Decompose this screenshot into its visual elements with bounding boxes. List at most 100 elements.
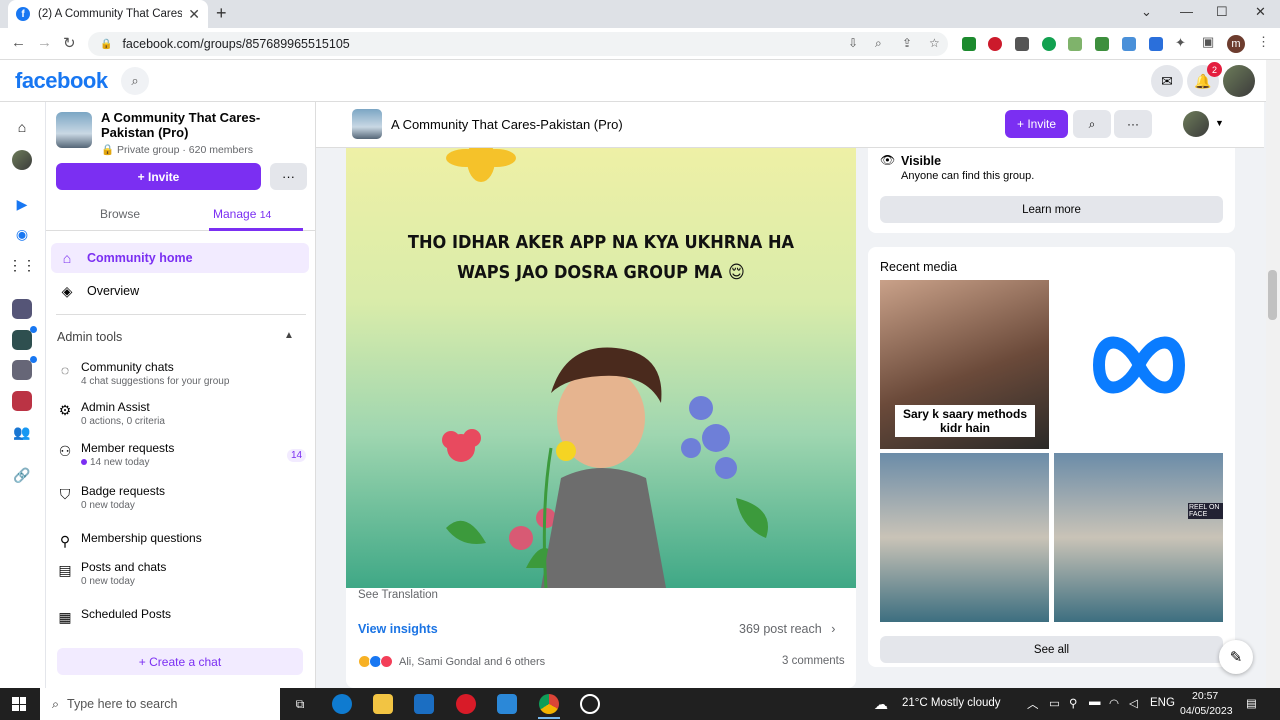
group-shortcut-3-icon[interactable]	[12, 360, 32, 380]
new-message-compose-icon[interactable]: ✎	[1219, 640, 1253, 674]
comments-count-link[interactable]: 3 comments	[782, 655, 845, 667]
share-icon[interactable]: ⇪	[902, 36, 912, 50]
page-scrollbar[interactable]	[1266, 60, 1280, 688]
all-shortcuts-grid-icon[interactable]: ⋮⋮	[8, 255, 36, 275]
taskbar-search-box[interactable]: ⌕ Type here to search	[40, 688, 280, 720]
post-image[interactable]: THO IDHAR AKER APP NA KYA UKHRNA HA WAPS…	[346, 148, 856, 588]
see-translation-link[interactable]: See Translation	[358, 589, 438, 601]
facebook-logo[interactable]: facebook	[15, 68, 108, 94]
side-panel-icon[interactable]: ▣	[1202, 34, 1214, 50]
tray-app-icon[interactable]: ▭	[1049, 696, 1060, 710]
address-bar[interactable]: 🔒 facebook.com/groups/857689965515105	[88, 32, 948, 56]
edge-icon[interactable]	[332, 694, 352, 714]
group-name[interactable]: A Community That Cares-Pakistan (Pro)	[101, 110, 311, 140]
group-shortcut-2-icon[interactable]	[12, 330, 32, 350]
volume-icon[interactable]: ◁	[1129, 696, 1138, 710]
header-invite-button[interactable]: + Invite	[1005, 110, 1068, 138]
tool-member-requests[interactable]: ⚇ Member requests 14 new today 14	[54, 441, 309, 473]
media-thumbnail-skate-photo[interactable]	[880, 453, 1049, 622]
tray-usb-icon[interactable]: ⚲	[1069, 696, 1077, 710]
language-indicator[interactable]: ENG	[1150, 697, 1175, 709]
windows-start-icon[interactable]	[12, 697, 26, 711]
group-shortcut-4-icon[interactable]	[12, 391, 32, 411]
extension-camera-icon[interactable]	[1015, 37, 1029, 51]
extension-k-icon[interactable]	[1042, 37, 1056, 51]
facebook-search-icon[interactable]: ⌕	[121, 67, 149, 95]
weather-text[interactable]: 21°C Mostly cloudy	[902, 697, 1001, 709]
opera-icon[interactable]	[456, 694, 476, 714]
task-view-icon[interactable]: ⧉	[290, 694, 310, 714]
notification-center-icon[interactable]: ▤	[1246, 696, 1257, 710]
battery-icon[interactable]: ▬	[1089, 696, 1101, 708]
back-icon[interactable]: ←	[11, 34, 26, 51]
reactions-summary[interactable]: Ali, Sami Gondal and 6 others	[358, 655, 545, 668]
extensions-puzzle-icon[interactable]: ✦	[1175, 35, 1186, 51]
media-thumbnail-meme[interactable]: Sary k saary methods kidr hain	[880, 280, 1049, 449]
group-shortcut-1-icon[interactable]	[12, 299, 32, 319]
chrome-menu-icon[interactable]: ⋮	[1257, 34, 1270, 50]
reload-icon[interactable]: ↻	[63, 34, 76, 52]
tool-badge-requests[interactable]: ⛉ Badge requests 0 new today	[54, 484, 309, 516]
link-icon[interactable]: 🔗	[12, 465, 32, 485]
forward-icon[interactable]: →	[37, 34, 52, 51]
window-close-icon[interactable]: ✕	[1255, 4, 1266, 20]
tool-scheduled-posts[interactable]: ▦ Scheduled Posts	[54, 607, 309, 627]
view-insights-link[interactable]: View insights	[358, 622, 438, 636]
home-icon[interactable]: ⌂	[12, 117, 32, 137]
groups-icon[interactable]: 👥	[12, 422, 32, 442]
see-all-media-button[interactable]: See all	[880, 636, 1223, 663]
bookmark-star-icon[interactable]: ☆	[929, 36, 940, 50]
tab-manage[interactable]: Manage 14	[213, 207, 271, 221]
gaming-icon[interactable]: ◉	[12, 224, 32, 244]
acting-as-avatar[interactable]	[1183, 111, 1209, 137]
media-thumbnail-skate-reel[interactable]: REEL ON FACE	[1054, 453, 1223, 622]
mail-icon[interactable]	[497, 694, 517, 714]
clock-time[interactable]: 20:57	[1192, 690, 1218, 702]
create-chat-button[interactable]: + Create a chat	[57, 648, 303, 675]
collapse-chevron-icon[interactable]: ▲	[284, 330, 294, 341]
new-tab-icon[interactable]: +	[216, 3, 227, 24]
chevron-down-icon[interactable]: ▼	[1215, 118, 1224, 128]
close-tab-icon[interactable]: ✕	[188, 6, 200, 23]
tray-chevron-icon[interactable]: ︿	[1027, 696, 1039, 712]
group-header-name[interactable]: A Community That Cares-Pakistan (Pro)	[391, 117, 623, 132]
group-search-icon[interactable]: ⌕	[1073, 110, 1111, 138]
tab-search-chevron-icon[interactable]: ⌄	[1141, 4, 1152, 20]
browser-tab[interactable]: f (2) A Community That Cares-Pak ✕	[8, 0, 208, 28]
store-icon[interactable]	[414, 694, 434, 714]
maximize-icon[interactable]: ☐	[1216, 4, 1228, 20]
group-thumbnail[interactable]	[352, 109, 382, 139]
nav-overview[interactable]: ◈ Overview	[51, 276, 309, 306]
minimize-icon[interactable]: —	[1180, 4, 1193, 19]
file-explorer-icon[interactable]	[373, 694, 393, 714]
zoom-icon[interactable]: ⌕	[875, 36, 882, 51]
extension-sheet-icon[interactable]	[1095, 37, 1109, 51]
messenger-icon[interactable]: ✉	[1151, 65, 1183, 97]
group-thumbnail[interactable]	[56, 112, 92, 148]
post-reach[interactable]: 369 post reach ›	[739, 622, 835, 636]
wifi-icon[interactable]: ◠	[1109, 696, 1119, 710]
media-thumbnail-meta-logo[interactable]	[1054, 280, 1223, 449]
tool-admin-assist[interactable]: ⚙ Admin Assist 0 actions, 0 criteria	[54, 400, 309, 432]
clock-date[interactable]: 04/05/2023	[1180, 705, 1233, 717]
scrollbar-thumb[interactable]	[1268, 270, 1277, 320]
extension-save-icon[interactable]	[1122, 37, 1136, 51]
invite-button[interactable]: + Invite	[56, 163, 261, 190]
tool-membership-questions[interactable]: ⚲ Membership questions	[54, 531, 309, 551]
extension-download-icon[interactable]	[962, 37, 976, 51]
header-more-button[interactable]: ···	[1114, 110, 1152, 138]
profile-shortcut-avatar[interactable]	[12, 150, 32, 170]
extension-badge-icon[interactable]	[1149, 37, 1163, 51]
account-avatar[interactable]	[1223, 65, 1255, 97]
chrome-icon[interactable]	[539, 694, 559, 714]
more-options-button[interactable]: ···	[270, 163, 307, 190]
extension-opera-icon[interactable]	[988, 37, 1002, 51]
tool-community-chats[interactable]: ◌ Community chats 4 chat suggestions for…	[54, 360, 309, 392]
obs-icon[interactable]	[580, 694, 600, 714]
tool-posts-and-chats[interactable]: ▤ Posts and chats 0 new today	[54, 560, 309, 592]
nav-community-home[interactable]: ⌂ Community home	[51, 243, 309, 273]
tab-browse[interactable]: Browse	[100, 207, 140, 221]
chrome-profile-avatar[interactable]: m	[1227, 35, 1245, 53]
extension-puzzle-green-icon[interactable]	[1068, 37, 1082, 51]
learn-more-button[interactable]: Learn more	[880, 196, 1223, 223]
